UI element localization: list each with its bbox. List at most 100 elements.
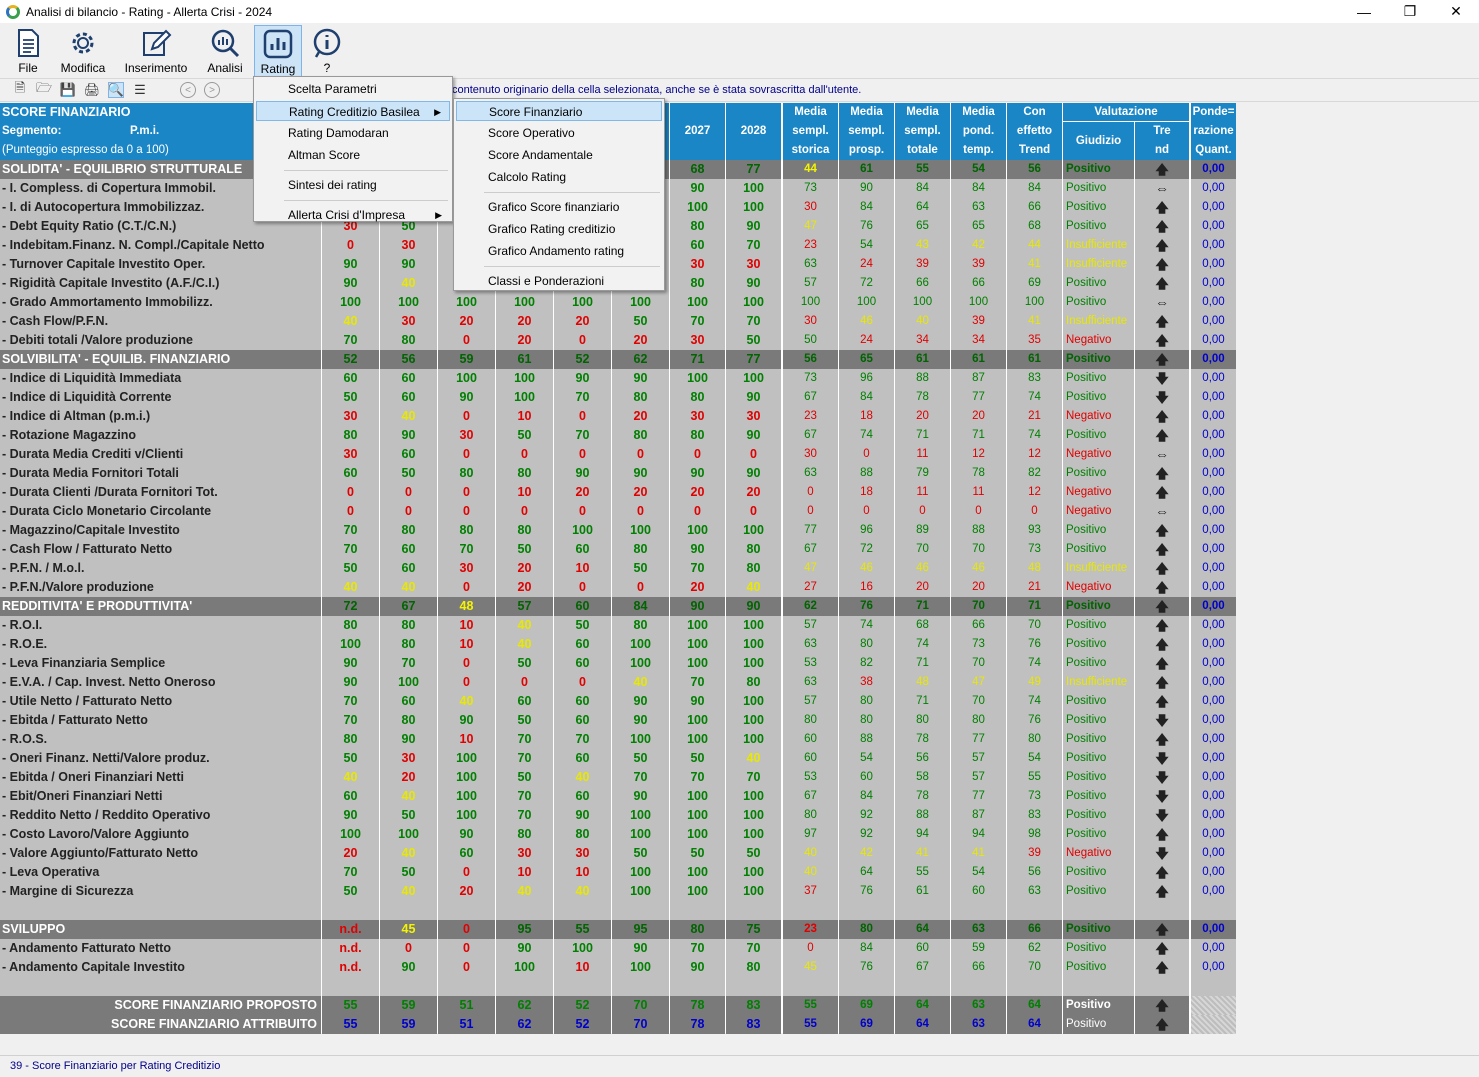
score-cell[interactable]: 0 xyxy=(612,578,669,597)
score-cell[interactable]: 100 xyxy=(726,179,781,198)
score-cell[interactable]: 100 xyxy=(380,825,437,844)
giudizio-cell[interactable]: Positivo xyxy=(1063,787,1134,806)
media-cell[interactable]: 46 xyxy=(839,312,894,331)
media-cell[interactable]: 70 xyxy=(1007,616,1062,635)
score-cell[interactable]: 100 xyxy=(670,198,725,217)
media-cell[interactable]: 42 xyxy=(951,236,1006,255)
score-cell[interactable]: 40 xyxy=(726,749,781,768)
score-cell[interactable]: 20 xyxy=(554,312,611,331)
score-cell[interactable]: 30 xyxy=(380,312,437,331)
media-cell[interactable]: 65 xyxy=(895,217,950,236)
menu_basilea-item[interactable]: Score Finanziario xyxy=(456,101,662,121)
score-cell[interactable]: 30 xyxy=(726,407,781,426)
score-cell[interactable]: 50 xyxy=(496,711,553,730)
ponderazione-cell[interactable]: 0,00 xyxy=(1191,236,1236,255)
trend-cell[interactable]: 🡅 xyxy=(1135,407,1189,426)
media-cell[interactable]: 70 xyxy=(895,540,950,559)
media-cell[interactable]: 0 xyxy=(783,939,838,958)
giudizio-cell[interactable]: Negativo xyxy=(1063,578,1134,597)
media-cell[interactable]: 84 xyxy=(839,388,894,407)
media-cell[interactable]: 43 xyxy=(895,236,950,255)
media-cell[interactable]: 74 xyxy=(895,635,950,654)
giudizio-cell[interactable]: Positivo xyxy=(1063,654,1134,673)
restore-button[interactable]: ❐ xyxy=(1387,0,1433,23)
media-cell[interactable]: 20 xyxy=(951,407,1006,426)
score-cell[interactable]: 50 xyxy=(496,654,553,673)
trend-cell[interactable]: ⇔ xyxy=(1135,179,1189,198)
media-cell[interactable]: 16 xyxy=(839,578,894,597)
score-cell[interactable]: 40 xyxy=(322,578,379,597)
table-row[interactable]: - Indice di Altman (p.m.i.) 30 40 0 10 0 20 30 3… xyxy=(0,407,1236,426)
media-cell[interactable] xyxy=(1007,977,1062,996)
score-cell[interactable]: 10 xyxy=(496,483,553,502)
score-cell[interactable]: 90 xyxy=(612,787,669,806)
media-cell[interactable]: 64 xyxy=(895,1015,950,1034)
score-cell[interactable] xyxy=(726,901,781,920)
table-row[interactable]: - R.O.S. 80 90 10 70 70 100 100 100 60 88 78 77 80 Pos… xyxy=(0,730,1236,749)
score-cell[interactable]: 100 xyxy=(438,293,495,312)
media-cell[interactable]: 77 xyxy=(951,388,1006,407)
media-cell[interactable]: 49 xyxy=(1007,673,1062,692)
score-cell[interactable]: 20 xyxy=(612,483,669,502)
media-cell[interactable]: 30 xyxy=(783,445,838,464)
row-label[interactable]: - Andamento Capitale Investito xyxy=(0,958,321,977)
score-cell[interactable]: 90 xyxy=(726,597,781,616)
score-cell[interactable]: 90 xyxy=(726,426,781,445)
media-cell[interactable]: 63 xyxy=(951,920,1006,939)
media-cell[interactable]: 45 xyxy=(783,958,838,977)
row-label[interactable]: - Durata Ciclo Monetario Circolante xyxy=(0,502,321,521)
score-cell[interactable]: 30 xyxy=(322,407,379,426)
giudizio-cell[interactable]: Positivo xyxy=(1063,920,1134,939)
score-cell[interactable]: 20 xyxy=(322,844,379,863)
score-cell[interactable]: 0 xyxy=(438,673,495,692)
row-label[interactable]: - Durata Media Fornitori Totali xyxy=(0,464,321,483)
trend-cell[interactable]: 🡇 xyxy=(1135,768,1189,787)
score-cell[interactable]: 90 xyxy=(496,939,553,958)
score-cell[interactable]: 100 xyxy=(612,882,669,901)
giudizio-cell[interactable]: Positivo xyxy=(1063,711,1134,730)
media-cell[interactable]: 50 xyxy=(783,331,838,350)
trend-cell[interactable]: 🡅 xyxy=(1135,958,1189,977)
media-cell[interactable]: 80 xyxy=(839,635,894,654)
media-cell[interactable]: 87 xyxy=(951,369,1006,388)
score-cell[interactable]: 80 xyxy=(322,730,379,749)
trend-cell[interactable]: 🡅 xyxy=(1135,160,1189,179)
media-cell[interactable]: 20 xyxy=(895,578,950,597)
row-label[interactable]: - E.V.A. / Cap. Invest. Netto Oneroso xyxy=(0,673,321,692)
media-cell[interactable]: 20 xyxy=(951,578,1006,597)
table-row[interactable]: - Ebit/Oneri Finanziari Netti 60 40 100 70 60… xyxy=(0,787,1236,806)
media-cell[interactable]: 56 xyxy=(1007,863,1062,882)
score-cell[interactable]: 40 xyxy=(496,635,553,654)
media-cell[interactable]: 77 xyxy=(951,730,1006,749)
score-cell[interactable]: 70 xyxy=(726,768,781,787)
table-row[interactable]: - Durata Clienti /Durata Fornitori Tot. 0… xyxy=(0,483,1236,502)
score-cell[interactable]: 70 xyxy=(670,312,725,331)
row-label[interactable]: - Durata Clienti /Durata Fornitori Tot. xyxy=(0,483,321,502)
ponderazione-cell[interactable]: 0,00 xyxy=(1191,635,1236,654)
score-cell[interactable]: 55 xyxy=(554,920,611,939)
score-cell[interactable]: 40 xyxy=(380,578,437,597)
ponderazione-cell[interactable]: 0,00 xyxy=(1191,749,1236,768)
score-cell[interactable]: 100 xyxy=(612,293,669,312)
media-cell[interactable]: 74 xyxy=(1007,426,1062,445)
score-cell[interactable]: 100 xyxy=(726,293,781,312)
score-cell[interactable]: 80 xyxy=(670,217,725,236)
trend-cell[interactable]: 🡅 xyxy=(1135,673,1189,692)
trend-cell[interactable]: 🡅 xyxy=(1135,578,1189,597)
menu_rating-item[interactable]: Rating Damodaran xyxy=(256,123,450,143)
trend-cell[interactable]: 🡅 xyxy=(1135,255,1189,274)
table-row[interactable]: - Indice di Liquidità Corrente 50 60 90 100 7… xyxy=(0,388,1236,407)
media-cell[interactable]: 74 xyxy=(1007,654,1062,673)
media-cell[interactable]: 88 xyxy=(951,521,1006,540)
media-cell[interactable]: 56 xyxy=(1007,160,1062,179)
row-label[interactable]: SCORE FINANZIARIO ATTRIBUITO xyxy=(0,1015,321,1034)
media-cell[interactable]: 89 xyxy=(895,521,950,540)
giudizio-cell[interactable] xyxy=(1063,977,1134,996)
score-cell[interactable]: 50 xyxy=(322,749,379,768)
media-cell[interactable]: 66 xyxy=(895,274,950,293)
score-cell[interactable]: 90 xyxy=(670,692,725,711)
score-cell[interactable]: 70 xyxy=(726,939,781,958)
score-cell[interactable]: 90 xyxy=(322,654,379,673)
score-cell[interactable]: 80 xyxy=(726,673,781,692)
ponderazione-cell[interactable]: 0,00 xyxy=(1191,787,1236,806)
